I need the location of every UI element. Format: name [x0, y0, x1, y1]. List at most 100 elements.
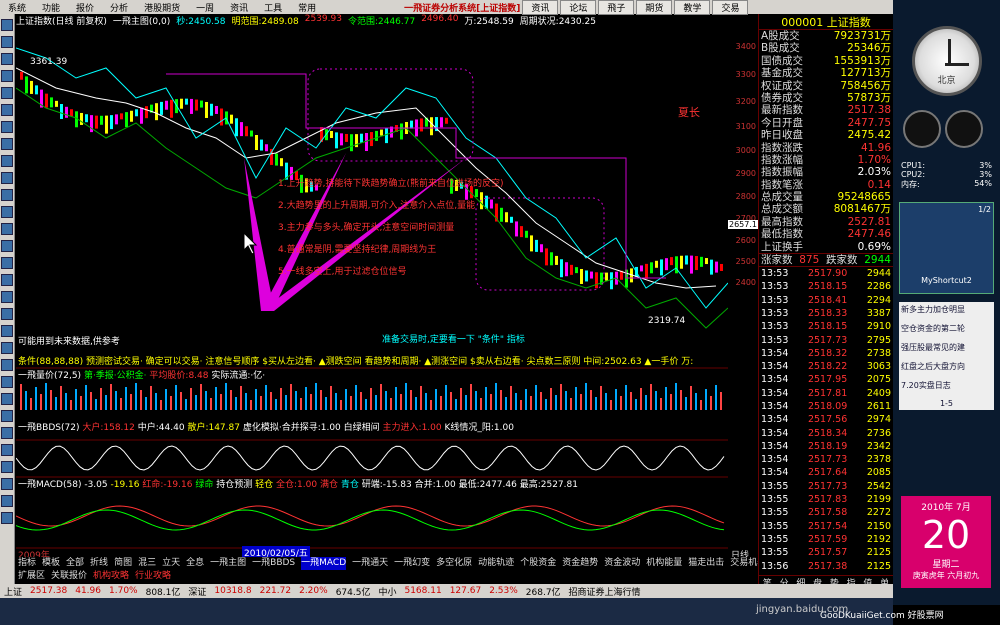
toolbar-icon[interactable] — [1, 257, 13, 269]
candle — [510, 216, 513, 223]
panel-value: 全仓:1.00 — [275, 480, 318, 490]
toolbar-icon[interactable] — [1, 206, 13, 218]
tab-feizi[interactable]: 飛子 — [598, 0, 635, 15]
news-item[interactable]: 新多主力加仓明显 — [901, 304, 992, 323]
toolbar-icon[interactable] — [1, 36, 13, 48]
menu-item-analysis[interactable]: 分析 — [102, 1, 136, 14]
menu-item-tools[interactable]: 工具 — [256, 1, 290, 14]
indicator-tab[interactable]: 指标 — [18, 557, 36, 570]
menu-item-news[interactable]: 资讯 — [222, 1, 256, 14]
toolbar-icon[interactable] — [1, 87, 13, 99]
indicator-tab[interactable]: 猫走出击 — [688, 557, 724, 570]
indicator-tab[interactable]: 资金波动 — [604, 557, 640, 570]
toolbar-icon[interactable] — [1, 19, 13, 31]
stat-value: 127713万 — [840, 67, 891, 80]
indicator-tab[interactable]: 简图 — [114, 557, 132, 570]
news-item[interactable]: 强压股最常见的建 — [901, 342, 992, 361]
toolbar-icon[interactable] — [1, 512, 13, 524]
candle — [145, 106, 148, 119]
menu-item-quote[interactable]: 报价 — [68, 1, 102, 14]
indicator-tab[interactable]: 混三 — [138, 557, 156, 570]
tab-teaching[interactable]: 教学 — [674, 0, 711, 15]
news-pager[interactable]: 1-5 — [901, 399, 992, 408]
volume-bar — [110, 384, 112, 410]
news-item[interactable]: 7.20实盘日志 — [901, 380, 992, 399]
toolbar-icon[interactable] — [1, 53, 13, 65]
tick-row: 13:54 2518.32 2738 — [759, 347, 893, 360]
indicator-tab[interactable]: 一飛主图 — [210, 557, 246, 570]
indicator-tab[interactable]: 关联报价 — [51, 570, 87, 583]
tab-futures[interactable]: 期货 — [636, 0, 673, 15]
toolbar-icon[interactable] — [1, 70, 13, 82]
index-amount: 674.5亿 — [335, 587, 371, 598]
menu-item-common[interactable]: 常用 — [290, 1, 324, 14]
indicator-tab[interactable]: 模板 — [42, 557, 60, 570]
menu-item-hk-futures[interactable]: 港股期货 — [136, 1, 188, 14]
toolbar-icon[interactable] — [1, 223, 13, 235]
candle — [575, 267, 578, 274]
toolbar-icon[interactable] — [1, 325, 13, 337]
news-item[interactable]: 红盘之后大盘方向 — [901, 361, 992, 380]
menu-item-system[interactable]: 系统 — [0, 1, 34, 14]
toolbar-icon[interactable] — [1, 410, 13, 422]
indicator-tab[interactable]: 一飛通天 — [352, 557, 388, 570]
toolbar-icon[interactable] — [1, 308, 13, 320]
toolbar-icon[interactable] — [1, 138, 13, 150]
toolbar-icon[interactable] — [1, 121, 13, 133]
tab-trade[interactable]: 交易 — [712, 0, 749, 15]
menu-item-yifei[interactable]: 一周 — [188, 1, 222, 14]
toolbar-icon[interactable] — [1, 427, 13, 439]
indicator-tab[interactable]: 一飛BBDS — [252, 557, 295, 570]
tick-row: 13:53 2518.15 2910 — [759, 320, 893, 333]
indicator-tab[interactable]: 扩展区 — [18, 570, 45, 583]
toolbar-icon[interactable] — [1, 359, 13, 371]
indicator-tab[interactable]: 一飛幻变 — [394, 557, 430, 570]
indicator-tab[interactable]: 一飛MACD — [301, 557, 347, 570]
toolbar-icon[interactable] — [1, 189, 13, 201]
news-item[interactable]: 空仓资金的第二轮 — [901, 323, 992, 342]
indicator-tab[interactable]: 机构攻略 — [93, 570, 129, 583]
tick-row: 13:53 2517.90 2944 — [759, 267, 893, 280]
toolbar-icon[interactable] — [1, 444, 13, 456]
toolbar-icon[interactable] — [1, 478, 13, 490]
shortcut-gadget[interactable]: 1/2 MyShortcut2 — [899, 202, 994, 294]
indicator-tab[interactable]: 个股资金 — [520, 557, 556, 570]
toolbar-icon[interactable] — [1, 240, 13, 252]
tick-cell: 13:54 — [761, 401, 789, 412]
volume-bar — [215, 387, 217, 410]
toolbar-icon[interactable] — [1, 376, 13, 388]
feed-source: 招商证券上海行情 — [568, 587, 641, 598]
left-toolbar — [0, 14, 15, 584]
indicator-tab[interactable]: 立天 — [162, 557, 180, 570]
toolbar-icon[interactable] — [1, 495, 13, 507]
tab-forum[interactable]: 论坛 — [560, 0, 597, 15]
indicator-tab[interactable]: 全部 — [66, 557, 84, 570]
toolbar-icon[interactable] — [1, 291, 13, 303]
indicator-tab[interactable]: 折线 — [90, 557, 108, 570]
indicator-tab[interactable]: 机构能量 — [646, 557, 682, 570]
toolbar-icon[interactable] — [1, 393, 13, 405]
tick-list[interactable]: 13:53 2517.90 2944 13:53 2518.15 2286 13:53 251… — [759, 267, 893, 573]
main-indicator-name[interactable]: 一飛主图(0,0) — [113, 14, 170, 28]
taskbar: jingyan.baidu.com — [0, 598, 893, 625]
toolbar-icon[interactable] — [1, 155, 13, 167]
indicator-tab[interactable]: 动能轨迹 — [478, 557, 514, 570]
toolbar-icon[interactable] — [1, 172, 13, 184]
volume-bar — [625, 385, 627, 410]
panel-value: 青仓 — [340, 480, 359, 490]
toolbar-icon[interactable] — [1, 342, 13, 354]
tick-cell: 2518.34 — [807, 427, 848, 439]
tab-news[interactable]: 资讯 — [522, 0, 559, 15]
indicator-tab[interactable]: 行业攻略 — [135, 570, 171, 583]
indicator-tab[interactable]: 交易机器 — [730, 557, 758, 570]
stat-row: 指数涨幅 1.70% — [759, 154, 893, 166]
indicator-tab[interactable]: 资金趋势 — [562, 557, 598, 570]
toolbar-icon[interactable] — [1, 104, 13, 116]
toolbar-icon[interactable] — [1, 461, 13, 473]
toolbar-icon[interactable] — [1, 274, 13, 286]
candle — [70, 109, 73, 117]
menu-item-function[interactable]: 功能 — [34, 1, 68, 14]
indicator-tab[interactable]: 全息 — [186, 557, 204, 570]
condition-bar[interactable]: 条件(88,88,88) 预测密试交易· 确定可以交易· 注意信号顺序 $买从左… — [18, 354, 728, 367]
indicator-tab[interactable]: 多空化原 — [436, 557, 472, 570]
